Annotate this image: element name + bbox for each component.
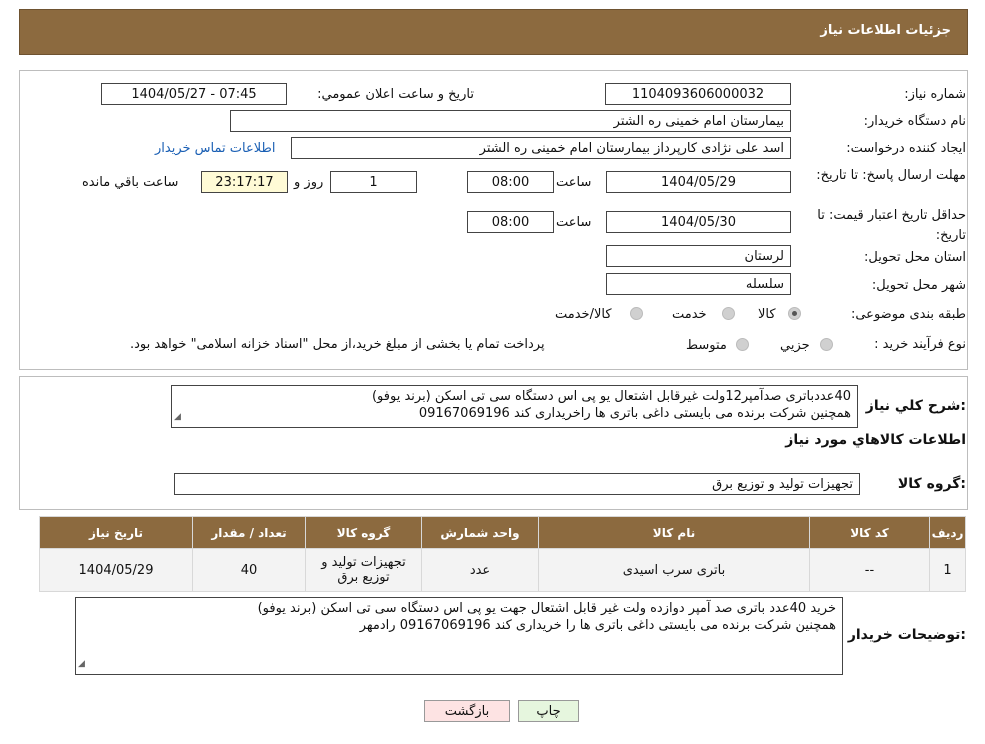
buyer-notes-label: توضیحات خریدار: (847, 627, 966, 643)
cell-group: تجهیزات تولید و توزیع برق (305, 548, 422, 592)
goods-table: ردیف کد کالا نام کالا واحد شمارش گروه کا… (39, 516, 966, 592)
category-radio-goods-service[interactable] (630, 307, 643, 320)
cell-quantity: 40 (192, 548, 306, 592)
buyer-notes-line-1: خرید 40عدد باتری صد آمپر دوازده ولت غیر … (257, 601, 836, 616)
deadline-time-label: ساعت (556, 175, 592, 190)
back-button[interactable]: بازگشت (424, 700, 510, 722)
province-field: لرستان (606, 245, 791, 267)
buyer-org-label: نام دستگاه خریدار: (863, 114, 966, 129)
need-number-field: 1104093606000032 (605, 83, 791, 105)
process-note: پرداخت تمام یا بخشی از مبلغ خرید،از محل … (130, 337, 545, 352)
page-header: جزئیات اطلاعات نیاز (19, 9, 968, 55)
validity-time-label: ساعت (556, 215, 592, 230)
goods-group-field: تجهیزات تولید و توزیع برق (174, 473, 860, 495)
description-textarea[interactable]: 40عددباتری صدآمپر12ولت غیرقابل اشتعال یو… (171, 385, 858, 428)
announce-label: تاریخ و ساعت اعلان عمومي: (317, 87, 474, 102)
buyer-notes-line-2: همچنین شرکت برنده می بایستی داغی باتری ه… (359, 618, 836, 633)
announce-field: 1404/05/27 - 07:45 (101, 83, 287, 105)
goods-table-header: ردیف کد کالا نام کالا واحد شمارش گروه کا… (39, 516, 966, 549)
cell-row: 1 (929, 548, 966, 592)
validity-date-field: 1404/05/30 (606, 211, 791, 233)
description-label: شرح کلي نياز: (865, 398, 966, 414)
col-quantity: تعداد / مقدار (192, 516, 306, 549)
cell-name: باتری سرب اسیدی (538, 548, 810, 592)
print-button[interactable]: چاپ (518, 700, 579, 722)
col-name: نام کالا (538, 516, 810, 549)
category-label: طبقه بندی موضوعی: (850, 307, 966, 322)
city-label: شهر محل تحویل: (871, 278, 966, 293)
resize-grip-icon[interactable]: ◢ (78, 656, 85, 673)
category-radio-goods[interactable] (788, 307, 801, 320)
province-label: استان محل تحویل: (864, 250, 966, 265)
description-line-1: 40عددباتری صدآمپر12ولت غیرقابل اشتعال یو… (371, 389, 851, 404)
remaining-time-field: 23:17:17 (201, 171, 288, 193)
process-radio-minor[interactable] (820, 338, 833, 351)
goods-group-label: گروه کالا: (897, 476, 966, 492)
days-field: 1 (330, 171, 417, 193)
category-option-goods: کالا (758, 307, 776, 322)
creator-field: اسد علی نژادی کارپرداز بیمارستان امام خم… (291, 137, 791, 159)
creator-label: ایجاد کننده درخواست: (846, 141, 966, 156)
deadline-time-field: 08:00 (467, 171, 554, 193)
category-option-service: خدمت (672, 307, 707, 322)
process-radio-medium[interactable] (736, 338, 749, 351)
process-option-minor: جزيي (780, 338, 810, 353)
deadline-label: مهلت ارسال پاسخ: تا تاریخ: (816, 168, 966, 183)
buyer-org-field: بیمارستان امام خمینی ره الشتر (230, 110, 791, 132)
category-option-goods-service: کالا/خدمت (555, 307, 612, 322)
remaining-label: ساعت باقي مانده (82, 175, 179, 190)
category-radio-service[interactable] (722, 307, 735, 320)
col-unit: واحد شمارش (421, 516, 539, 549)
col-code: کد کالا (809, 516, 930, 549)
deadline-date-field: 1404/05/29 (606, 171, 791, 193)
process-option-medium: متوسط (686, 338, 727, 353)
col-group: گروه کالا (305, 516, 422, 549)
cell-date: 1404/05/29 (39, 548, 193, 592)
table-row: 1 -- باتری سرب اسیدی عدد تجهیزات تولید و… (39, 548, 966, 592)
cell-unit: عدد (421, 548, 539, 592)
col-date: تاریخ نیاز (39, 516, 193, 549)
days-label: روز و (294, 175, 324, 190)
process-label: نوع فرآیند خرید : (874, 337, 966, 352)
goods-section-title: اطلاعات کالاهاي مورد نياز (785, 432, 966, 448)
description-line-2: همچنین شرکت برنده می بایستی داغی باتری ه… (418, 406, 851, 421)
cell-code: -- (809, 548, 930, 592)
col-row: ردیف (929, 516, 966, 549)
contact-buyer-link[interactable]: اطلاعات تماس خریدار (155, 141, 275, 156)
validity-time-field: 08:00 (467, 211, 554, 233)
need-number-label: شماره نیاز: (904, 87, 966, 102)
resize-grip-icon[interactable]: ◢ (174, 409, 181, 426)
validity-label: حداقل تاریخ اعتبار قیمت: تا تاریخ: (817, 208, 966, 243)
city-field: سلسله (606, 273, 791, 295)
buyer-notes-textarea[interactable]: خرید 40عدد باتری صد آمپر دوازده ولت غیر … (75, 597, 843, 675)
page-title: جزئیات اطلاعات نیاز (820, 23, 951, 38)
